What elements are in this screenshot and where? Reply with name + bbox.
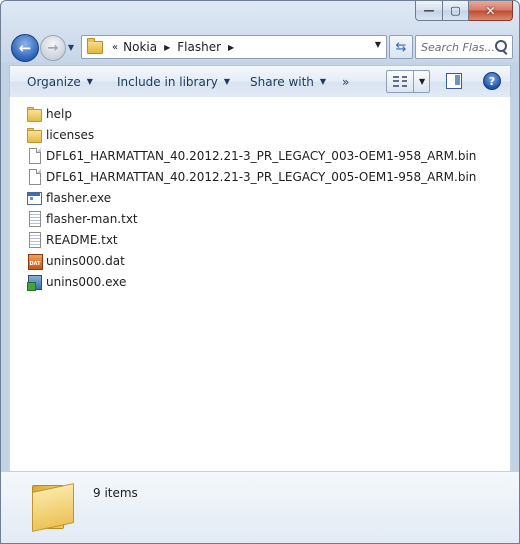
- exe-icon: [27, 190, 42, 206]
- search-box[interactable]: [415, 35, 513, 59]
- maximize-icon: ▢: [450, 4, 461, 17]
- text-file-icon: [27, 210, 42, 227]
- close-icon: ✕: [485, 3, 496, 18]
- share-with-button[interactable]: Share with ▼: [250, 66, 326, 97]
- view-details-icon: [393, 75, 407, 88]
- folder-icon: [27, 106, 42, 122]
- caption-buttons: — ▢ ✕: [415, 1, 513, 21]
- explorer-window: — ▢ ✕ ← → ▼ « Nokia ▶ Flasher ▶ ▼ ⇆ Orga…: [0, 0, 520, 544]
- details-pane: 9 items: [1, 471, 519, 543]
- more-commands-button[interactable]: »: [342, 66, 349, 97]
- refresh-button[interactable]: ⇆: [389, 35, 413, 59]
- close-button[interactable]: ✕: [469, 1, 513, 21]
- dat-file-icon: DAT: [27, 253, 43, 270]
- help-button[interactable]: ?: [483, 72, 501, 90]
- list-item[interactable]: DFL61_HARMATTAN_40.2012.21-3_PR_LEGACY_0…: [27, 166, 476, 187]
- file-name: flasher.exe: [46, 190, 112, 205]
- file-name: unins000.dat: [46, 253, 125, 268]
- minimize-icon: —: [423, 4, 435, 17]
- back-button[interactable]: ←: [11, 34, 39, 62]
- forward-arrow-icon: →: [47, 40, 59, 56]
- navigation-bar: ← → ▼ « Nokia ▶ Flasher ▶ ▼ ⇆: [9, 32, 513, 62]
- installer-icon: [27, 274, 42, 291]
- list-item[interactable]: help: [27, 103, 476, 124]
- breadcrumb-flasher[interactable]: Flasher: [177, 40, 221, 54]
- command-bar: Organize ▼ Include in library ▼ Share with…: [9, 65, 511, 98]
- address-bar[interactable]: « Nokia ▶ Flasher ▶ ▼: [81, 35, 387, 59]
- file-name: README.txt: [46, 232, 118, 247]
- include-in-library-label: Include in library: [117, 74, 218, 89]
- chevron-down-icon: ▼: [86, 77, 93, 86]
- list-item[interactable]: flasher-man.txt: [27, 208, 476, 229]
- chevron-down-icon: ▼: [319, 77, 327, 86]
- forward-button[interactable]: →: [40, 35, 66, 61]
- file-name: DFL61_HARMATTAN_40.2012.21-3_PR_LEGACY_0…: [46, 169, 477, 184]
- file-name: unins000.exe: [46, 274, 127, 289]
- breadcrumb-overflow[interactable]: «: [112, 42, 118, 53]
- file-name: flasher-man.txt: [46, 211, 138, 226]
- chevron-down-icon: ▼: [223, 77, 231, 86]
- text-file-icon: [27, 231, 42, 248]
- recent-pages-dropdown[interactable]: ▼: [66, 42, 76, 52]
- breadcrumb-arrow-icon[interactable]: ▶: [228, 43, 234, 52]
- file-list: help licenses DFL61_HARMATTAN_40.2012.21…: [27, 103, 476, 292]
- maximize-button[interactable]: ▢: [443, 1, 469, 21]
- list-item[interactable]: DAT unins000.dat: [27, 250, 476, 271]
- share-with-label: Share with: [250, 74, 314, 89]
- minimize-button[interactable]: —: [415, 1, 443, 21]
- item-count: 9 items: [93, 486, 138, 500]
- chevron-down-icon: ▼: [67, 42, 75, 52]
- include-in-library-button[interactable]: Include in library ▼: [117, 66, 230, 97]
- breadcrumb-arrow-icon[interactable]: ▶: [164, 43, 170, 52]
- file-name: licenses: [46, 127, 95, 142]
- help-icon: ?: [488, 74, 496, 88]
- list-item[interactable]: DFL61_HARMATTAN_40.2012.21-3_PR_LEGACY_0…: [27, 145, 476, 166]
- file-icon: [27, 147, 42, 164]
- folder-icon: [87, 37, 103, 54]
- organize-button[interactable]: Organize ▼: [27, 66, 93, 97]
- change-view-button[interactable]: ▼: [386, 70, 430, 93]
- search-input[interactable]: [421, 40, 495, 54]
- views-divider: [413, 71, 414, 92]
- address-dropdown-icon[interactable]: ▼: [375, 40, 381, 49]
- file-name: help: [46, 106, 72, 121]
- list-item[interactable]: README.txt: [27, 229, 476, 250]
- folder-icon: [27, 127, 42, 143]
- file-name: DFL61_HARMATTAN_40.2012.21-3_PR_LEGACY_0…: [46, 148, 477, 163]
- file-list-pane: help licenses DFL61_HARMATTAN_40.2012.21…: [9, 97, 511, 471]
- breadcrumb-nokia[interactable]: Nokia: [123, 40, 157, 54]
- folder-icon: [29, 483, 75, 532]
- refresh-icon: ⇆: [395, 39, 407, 55]
- search-icon[interactable]: [495, 40, 507, 52]
- file-icon: [27, 168, 42, 185]
- list-item[interactable]: unins000.exe: [27, 271, 476, 292]
- dat-badge: DAT: [29, 260, 41, 267]
- back-arrow-icon: ←: [18, 39, 32, 57]
- list-item[interactable]: licenses: [27, 124, 476, 145]
- more-commands-icon: »: [342, 74, 350, 89]
- preview-pane-button[interactable]: [446, 73, 462, 89]
- list-item[interactable]: flasher.exe: [27, 187, 476, 208]
- chevron-down-icon[interactable]: ▼: [419, 77, 425, 86]
- organize-label: Organize: [27, 74, 81, 89]
